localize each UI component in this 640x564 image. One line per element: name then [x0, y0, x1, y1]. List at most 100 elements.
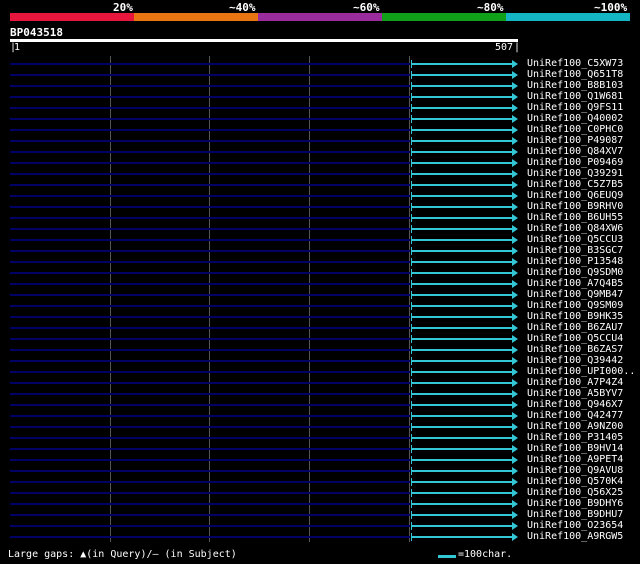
- hit-label[interactable]: UniRef100_Q6EUQ9: [527, 190, 623, 201]
- hit-label[interactable]: UniRef100_Q42477: [527, 410, 623, 421]
- hit-label[interactable]: UniRef100_Q39442: [527, 355, 623, 366]
- hit-label[interactable]: UniRef100_A9NZ00: [527, 421, 623, 432]
- hit-label[interactable]: UniRef100_Q9FS11: [527, 102, 623, 113]
- hit-alignment-bar[interactable]: [410, 118, 512, 120]
- hit-alignment-bar[interactable]: [410, 217, 512, 219]
- hit-alignment-bar[interactable]: [410, 140, 512, 142]
- hit-label[interactable]: UniRef100_B9RHV0: [527, 201, 623, 212]
- arrow-right-icon: [512, 357, 518, 365]
- arrow-right-icon: [512, 335, 518, 343]
- hit-label[interactable]: UniRef100_P13548: [527, 256, 623, 267]
- hit-alignment-bar[interactable]: [410, 272, 512, 274]
- hit-label[interactable]: UniRef100_P31405: [527, 432, 623, 443]
- hit-alignment-bar[interactable]: [410, 85, 512, 87]
- hit-track: [10, 74, 410, 76]
- hit-alignment-bar[interactable]: [410, 459, 512, 461]
- hit-track: [10, 217, 410, 219]
- hit-label[interactable]: UniRef100_B6UH55: [527, 212, 623, 223]
- hit-alignment-bar[interactable]: [410, 382, 512, 384]
- hit-label[interactable]: UniRef100_Q84XV7: [527, 146, 623, 157]
- hit-label[interactable]: UniRef100_Q56X25: [527, 487, 623, 498]
- hit-alignment-bar[interactable]: [410, 338, 512, 340]
- hit-alignment-bar[interactable]: [410, 261, 512, 263]
- arrow-right-icon: [512, 93, 518, 101]
- hit-label[interactable]: UniRef100_O23654: [527, 520, 623, 531]
- hit-label[interactable]: UniRef100_B9DHY6: [527, 498, 623, 509]
- hit-label[interactable]: UniRef100_A5BYV7: [527, 388, 623, 399]
- hit-alignment-bar[interactable]: [410, 360, 512, 362]
- hit-label[interactable]: UniRef100_B9DHU7: [527, 509, 623, 520]
- hit-alignment-bar[interactable]: [410, 393, 512, 395]
- large-gaps-legend: Large gaps: ▲(in Query)/— (in Subject): [8, 549, 237, 560]
- hit-alignment-bar[interactable]: [410, 470, 512, 472]
- hit-label[interactable]: UniRef100_Q39291: [527, 168, 623, 179]
- hit-alignment-bar[interactable]: [410, 481, 512, 483]
- hit-label[interactable]: UniRef100_C0PHC0: [527, 124, 623, 135]
- hit-track: [10, 426, 410, 428]
- hit-label[interactable]: UniRef100_Q651T8: [527, 69, 623, 80]
- hit-label[interactable]: UniRef100_Q9SM09: [527, 300, 623, 311]
- hit-label[interactable]: UniRef100_Q9SDM0: [527, 267, 623, 278]
- arrow-right-icon: [512, 478, 518, 486]
- hit-alignment-bar[interactable]: [410, 206, 512, 208]
- hit-label[interactable]: UniRef100_Q5CCU3: [527, 234, 623, 245]
- hit-label[interactable]: UniRef100_B9HK35: [527, 311, 623, 322]
- hit-alignment-bar[interactable]: [410, 448, 512, 450]
- hit-label[interactable]: UniRef100_Q9AVU8: [527, 465, 623, 476]
- hit-alignment-bar[interactable]: [410, 294, 512, 296]
- hit-label[interactable]: UniRef100_Q5CCU4: [527, 333, 623, 344]
- hit-label[interactable]: UniRef100_Q570K4: [527, 476, 623, 487]
- hit-alignment-bar[interactable]: [410, 107, 512, 109]
- hit-label[interactable]: UniRef100_Q1W681: [527, 91, 623, 102]
- hit-label[interactable]: UniRef100_B6ZAS7: [527, 344, 623, 355]
- hit-label[interactable]: UniRef100_A7P4Z4: [527, 377, 623, 388]
- hit-label[interactable]: UniRef100_P09469: [527, 157, 623, 168]
- hit-alignment-bar[interactable]: [410, 96, 512, 98]
- hit-label[interactable]: UniRef100_Q946X7: [527, 399, 623, 410]
- hit-alignment-bar[interactable]: [410, 239, 512, 241]
- hit-label[interactable]: UniRef100_B9HV14: [527, 443, 623, 454]
- hit-alignment-bar[interactable]: [410, 503, 512, 505]
- hit-alignment-bar[interactable]: [410, 371, 512, 373]
- hit-label[interactable]: UniRef100_B8B103: [527, 80, 623, 91]
- hit-alignment-bar[interactable]: [410, 536, 512, 538]
- hit-label[interactable]: UniRef100_UPI000..: [527, 366, 635, 377]
- hit-label[interactable]: UniRef100_A9PET4: [527, 454, 623, 465]
- hit-alignment-bar[interactable]: [410, 492, 512, 494]
- hit-label[interactable]: UniRef100_A9RGW5: [527, 531, 623, 542]
- hit-alignment-bar[interactable]: [410, 514, 512, 516]
- hit-alignment-bar[interactable]: [410, 305, 512, 307]
- hit-alignment-bar[interactable]: [410, 173, 512, 175]
- hit-alignment-bar[interactable]: [410, 415, 512, 417]
- hit-label[interactable]: UniRef100_A7Q4B5: [527, 278, 623, 289]
- hit-label[interactable]: UniRef100_P49087: [527, 135, 623, 146]
- hit-alignment-bar[interactable]: [410, 151, 512, 153]
- hit-alignment-bar[interactable]: [410, 129, 512, 131]
- arrow-right-icon: [512, 379, 518, 387]
- hit-alignment-bar[interactable]: [410, 327, 512, 329]
- arrow-right-icon: [512, 258, 518, 266]
- hit-label[interactable]: UniRef100_B6ZAU7: [527, 322, 623, 333]
- hit-alignment-bar[interactable]: [410, 404, 512, 406]
- hit-alignment-bar[interactable]: [410, 437, 512, 439]
- hit-alignment-bar[interactable]: [410, 184, 512, 186]
- hit-alignment-bar[interactable]: [410, 283, 512, 285]
- identity-legend: 20% ~40% ~60% ~80% ~100%: [0, 0, 640, 22]
- hit-alignment-bar[interactable]: [410, 228, 512, 230]
- hit-alignment-bar[interactable]: [410, 63, 512, 65]
- hit-alignment-bar[interactable]: [410, 250, 512, 252]
- hit-label[interactable]: UniRef100_Q40002: [527, 113, 623, 124]
- hit-label[interactable]: UniRef100_B3SGC7: [527, 245, 623, 256]
- arrow-right-icon: [512, 126, 518, 134]
- hit-label[interactable]: UniRef100_C5XW73: [527, 58, 623, 69]
- hit-label[interactable]: UniRef100_Q84XW6: [527, 223, 623, 234]
- hit-alignment-bar[interactable]: [410, 316, 512, 318]
- hit-alignment-bar[interactable]: [410, 349, 512, 351]
- hit-alignment-bar[interactable]: [410, 426, 512, 428]
- hit-alignment-bar[interactable]: [410, 162, 512, 164]
- hit-alignment-bar[interactable]: [410, 74, 512, 76]
- hit-alignment-bar[interactable]: [410, 525, 512, 527]
- hit-label[interactable]: UniRef100_C5Z7B5: [527, 179, 623, 190]
- hit-label[interactable]: UniRef100_Q9MB47: [527, 289, 623, 300]
- hit-alignment-bar[interactable]: [410, 195, 512, 197]
